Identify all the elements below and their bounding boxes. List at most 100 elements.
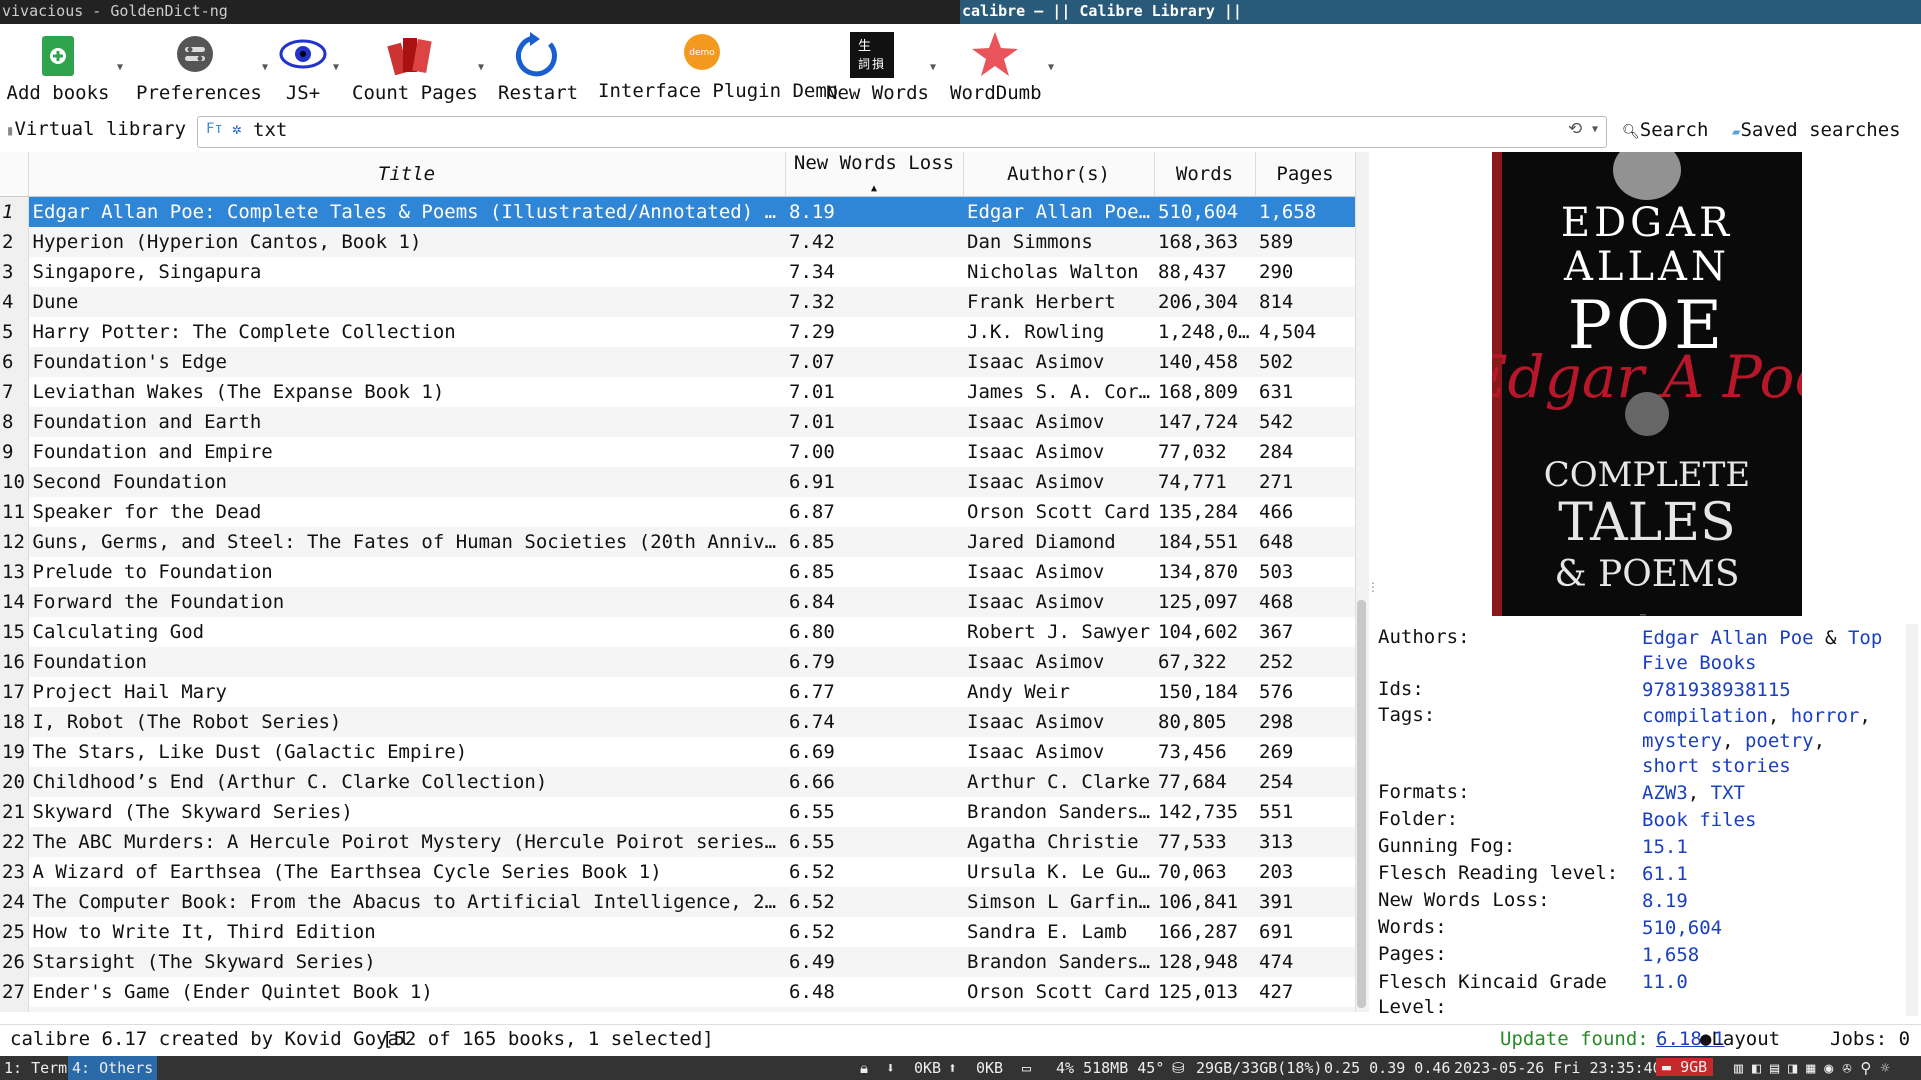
column-header-authors[interactable]: Author(s) xyxy=(963,152,1155,197)
cell-new-words-loss[interactable]: 6.48 xyxy=(785,977,963,1007)
table-row[interactable]: 17 Project Hail Mary 6.77 Andy Weir 150,184 5… xyxy=(0,677,1355,707)
cell-pages[interactable]: 503 xyxy=(1255,557,1355,587)
cell-new-words-loss[interactable]: 6.80 xyxy=(785,617,963,647)
cell-title[interactable]: Project Hail Mary xyxy=(28,677,785,707)
cell-pages[interactable]: 474 xyxy=(1255,947,1355,977)
folder-link[interactable]: Book files xyxy=(1642,808,1892,833)
cell-words[interactable]: 88,437 xyxy=(1154,257,1255,287)
cell-title[interactable]: Skyward (The Skyward Series) xyxy=(28,797,785,827)
column-header-new-words-loss[interactable]: New Words Loss ▲ xyxy=(785,152,964,197)
cell-pages[interactable]: 589 xyxy=(1255,227,1355,257)
cell-words[interactable]: 166,287 xyxy=(1154,917,1255,947)
cell-title[interactable]: The Stars, Like Dust (Galactic Empire) xyxy=(28,737,785,767)
cell-authors[interactable]: Isaac Asimov xyxy=(963,407,1154,437)
layout-button[interactable]: ●Layout xyxy=(1700,1028,1780,1050)
table-row[interactable]: 5 Harry Potter: The Complete Collection 7.… xyxy=(0,317,1355,347)
table-row[interactable]: 28The Gods Themselves6.43Isaac Asimov88,… xyxy=(0,1007,1355,1012)
cell-new-words-loss[interactable]: 7.29 xyxy=(785,317,963,347)
format-link[interactable]: TXT xyxy=(1711,782,1745,804)
cell-words[interactable]: 1,248,030 xyxy=(1154,317,1255,347)
tag-link[interactable]: short stories xyxy=(1642,755,1791,777)
table-row[interactable]: 6 Foundation's Edge 7.07 Isaac Asimov 140,45… xyxy=(0,347,1355,377)
js-plus-button[interactable]: JS+ xyxy=(272,24,334,112)
table-row[interactable]: 14 Forward the Foundation 6.84 Isaac Asimov… xyxy=(0,587,1355,617)
column-header-words[interactable]: Words xyxy=(1154,152,1256,197)
cell-new-words-loss[interactable]: 7.01 xyxy=(785,377,963,407)
cell-new-words-loss[interactable]: 6.55 xyxy=(785,797,963,827)
cell-title[interactable]: I, Robot (The Robot Series) xyxy=(28,707,785,737)
cell-pages[interactable]: 466 xyxy=(1255,497,1355,527)
cell-pages[interactable]: 284 xyxy=(1255,437,1355,467)
cell-new-words-loss[interactable]: 6.43 xyxy=(785,1007,963,1012)
cell-words[interactable]: 125,097 xyxy=(1154,587,1255,617)
cell-new-words-loss[interactable]: 6.74 xyxy=(785,707,963,737)
cell-new-words-loss[interactable]: 6.77 xyxy=(785,677,963,707)
cell-authors[interactable]: Andy Weir xyxy=(963,677,1154,707)
table-row[interactable]: 21 Skyward (The Skyward Series) 6.55 Brando… xyxy=(0,797,1355,827)
table-row[interactable]: 27 Ender's Game (Ender Quintet Book 1) 6.4… xyxy=(0,977,1355,1007)
search-input[interactable] xyxy=(197,116,1607,148)
book-cover-image[interactable]: EDGAR ALLAN POE Edgar A Poe COMPLETE TAL… xyxy=(1492,152,1802,616)
cell-authors[interactable]: Isaac Asimov xyxy=(963,467,1154,497)
cell-title[interactable]: Prelude to Foundation xyxy=(28,557,785,587)
cell-new-words-loss[interactable]: 6.84 xyxy=(785,587,963,617)
table-vertical-scroll-thumb[interactable] xyxy=(1357,600,1366,1008)
table-row[interactable]: 23 A Wizard of Earthsea (The Earthsea Cyc… xyxy=(0,857,1355,887)
cell-authors[interactable]: Isaac Asimov xyxy=(963,737,1154,767)
gear-icon[interactable]: ✲ xyxy=(232,119,242,138)
cell-authors[interactable]: Isaac Asimov xyxy=(963,557,1154,587)
cell-authors[interactable]: J.K. Rowling xyxy=(963,317,1154,347)
cell-pages[interactable]: 1,658 xyxy=(1255,196,1355,227)
cell-new-words-loss[interactable]: 7.34 xyxy=(785,257,963,287)
cell-authors[interactable]: Orson Scott Card xyxy=(963,497,1154,527)
workspace-1[interactable]: 1: Term xyxy=(4,1059,67,1077)
add-books-button[interactable]: Add books xyxy=(6,24,110,112)
search-button[interactable]: 🔍︎Search xyxy=(1622,119,1708,141)
words-link[interactable]: 510,604 xyxy=(1642,916,1892,941)
table-row[interactable]: 4 Dune 7.32 Frank Herbert 206,304 814 xyxy=(0,287,1355,317)
js-plus-dropdown-icon[interactable]: ▼ xyxy=(333,62,339,73)
cell-title[interactable]: A Wizard of Earthsea (The Earthsea Cycle… xyxy=(28,857,785,887)
cell-words[interactable]: 77,032 xyxy=(1154,437,1255,467)
cell-new-words-loss[interactable]: 7.32 xyxy=(785,287,963,317)
jobs-indicator[interactable]: Jobs: 0 xyxy=(1830,1028,1910,1050)
cell-title[interactable]: Ender's Game (Ender Quintet Book 1) xyxy=(28,977,785,1007)
cell-new-words-loss[interactable]: 6.52 xyxy=(785,887,963,917)
cell-new-words-loss[interactable]: 7.00 xyxy=(785,437,963,467)
cell-authors[interactable]: Sandra E. Lamb xyxy=(963,917,1154,947)
count-pages-dropdown-icon[interactable]: ▼ xyxy=(478,62,484,73)
column-header-title[interactable]: Title xyxy=(28,152,786,197)
new-words-button[interactable]: 生 詞 損 New Words xyxy=(826,24,929,112)
cell-new-words-loss[interactable]: 6.85 xyxy=(785,527,963,557)
cell-words[interactable]: 140,458 xyxy=(1154,347,1255,377)
cell-pages[interactable]: 203 xyxy=(1255,857,1355,887)
cell-words[interactable]: 73,456 xyxy=(1154,737,1255,767)
cell-pages[interactable]: 427 xyxy=(1255,977,1355,1007)
cell-pages[interactable]: 313 xyxy=(1255,827,1355,857)
cell-title[interactable]: Second Foundation xyxy=(28,467,785,497)
cell-pages[interactable]: 367 xyxy=(1255,617,1355,647)
cell-words[interactable]: 104,602 xyxy=(1154,617,1255,647)
cell-pages[interactable]: 814 xyxy=(1255,287,1355,317)
cell-title[interactable]: Foundation's Edge xyxy=(28,347,785,377)
cell-pages[interactable]: 4,504 xyxy=(1255,317,1355,347)
cell-pages[interactable]: 391 xyxy=(1255,887,1355,917)
tag-link[interactable]: compilation xyxy=(1642,705,1768,727)
cell-pages[interactable]: 330 xyxy=(1255,1007,1355,1012)
worddumb-dropdown-icon[interactable]: ▼ xyxy=(1048,62,1054,73)
cell-words[interactable]: 206,304 xyxy=(1154,287,1255,317)
saved-searches-button[interactable]: ▰Saved searches xyxy=(1732,119,1901,141)
cell-words[interactable]: 74,771 xyxy=(1154,467,1255,497)
table-row[interactable]: 20 Childhood’s End (Arthur C. Clarke Coll… xyxy=(0,767,1355,797)
cell-authors[interactable]: Brandon Sanderson xyxy=(963,947,1154,977)
cell-title[interactable]: Foundation and Earth xyxy=(28,407,785,437)
cell-new-words-loss[interactable]: 6.52 xyxy=(785,857,963,887)
cell-words[interactable]: 88,019 xyxy=(1154,1007,1255,1012)
table-row[interactable]: 3 Singapore, Singapura 7.34 Nicholas Walton… xyxy=(0,257,1355,287)
cell-new-words-loss[interactable]: 6.85 xyxy=(785,557,963,587)
splitter-handle[interactable]: ⋯ xyxy=(1640,610,1646,621)
cell-title[interactable]: Speaker for the Dead xyxy=(28,497,785,527)
cell-words[interactable]: 168,809 xyxy=(1154,377,1255,407)
cell-title[interactable]: Singapore, Singapura xyxy=(28,257,785,287)
search-history-dropdown-icon[interactable]: ▼ xyxy=(1592,124,1598,135)
